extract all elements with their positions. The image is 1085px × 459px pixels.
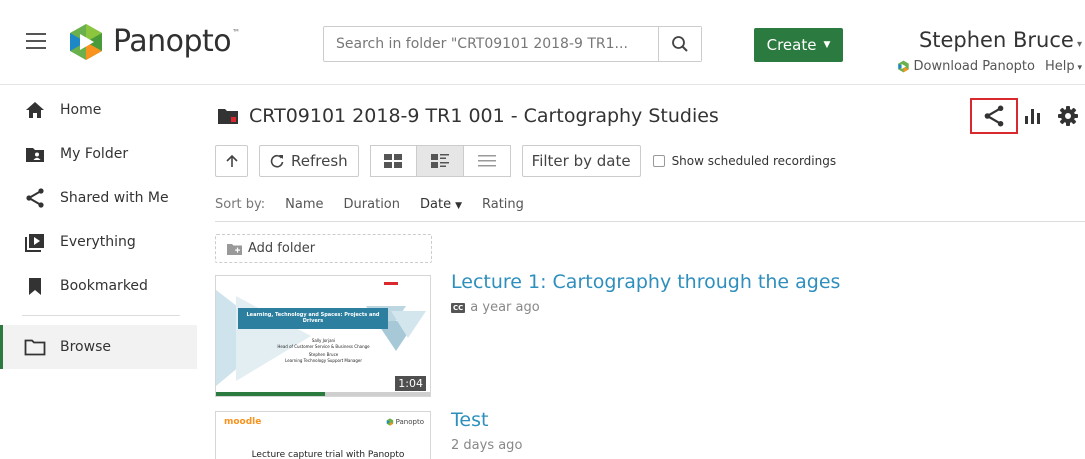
sidebar-item-label: Everything <box>60 234 136 250</box>
create-button[interactable]: Create ▼ <box>754 28 843 62</box>
panopto-logo[interactable]: Panopto ™ <box>66 22 240 62</box>
checkbox[interactable] <box>652 155 665 167</box>
sort-date[interactable]: Date ▼ <box>420 197 462 212</box>
caret-down-icon: ▾ <box>1074 63 1082 73</box>
download-label: Download Panopto <box>913 59 1035 74</box>
sidebar: Home My Folder Shared with Me Everything… <box>0 86 197 459</box>
divider <box>215 221 1085 222</box>
share-icon <box>984 105 1004 127</box>
panopto-small-icon <box>386 418 393 426</box>
view-mode-toggle <box>369 145 511 177</box>
folder-icon <box>218 109 238 124</box>
filter-label: Filter by date <box>531 152 631 170</box>
sidebar-item-label: Bookmarked <box>60 278 148 294</box>
search-icon <box>672 36 688 52</box>
bar-chart-icon <box>1025 109 1040 124</box>
folder-actions <box>970 98 1078 134</box>
home-icon <box>24 100 46 120</box>
gear-icon <box>1058 106 1078 126</box>
up-folder-button[interactable] <box>215 145 248 177</box>
add-folder-icon <box>227 243 242 255</box>
add-folder-label: Add folder <box>248 241 316 256</box>
stats-button[interactable] <box>1024 107 1044 125</box>
session-title-link[interactable]: Test <box>451 409 488 431</box>
session-meta: 2 days ago <box>451 438 522 453</box>
sidebar-item-label: My Folder <box>60 146 129 162</box>
arrow-up-icon <box>225 154 238 167</box>
session-date: a year ago <box>470 300 540 315</box>
sort-duration[interactable]: Duration <box>344 197 400 212</box>
share-button[interactable] <box>970 98 1018 134</box>
show-scheduled-checkbox[interactable]: Show scheduled recordings <box>652 154 837 168</box>
refresh-button[interactable]: Refresh <box>259 145 359 177</box>
sidebar-item-bookmarked[interactable]: Bookmarked <box>0 264 197 308</box>
caret-down-icon: ▼ <box>455 201 462 211</box>
bookmark-icon <box>24 276 46 296</box>
settings-button[interactable] <box>1058 106 1078 126</box>
session-thumbnail[interactable]: Learning, Technology and Spaces: Project… <box>215 275 431 397</box>
filter-by-date-button[interactable]: Filter by date <box>521 145 641 177</box>
panopto-mini-logo: Panopto <box>386 418 424 426</box>
help-label: Help <box>1044 59 1075 74</box>
sidebar-item-browse[interactable]: Browse <box>0 325 197 369</box>
logo-text: Panopto <box>113 24 232 59</box>
folder-icon <box>24 337 46 357</box>
slide-text: Sally Jorjani Head of Customer Service &… <box>277 338 370 363</box>
moodle-logo: moodle <box>224 417 262 427</box>
sort-date-label: Date <box>420 197 452 212</box>
grid-view-icon <box>384 154 403 168</box>
sort-name[interactable]: Name <box>285 197 323 212</box>
sidebar-item-label: Browse <box>60 339 111 355</box>
captions-icon: CC <box>451 302 466 313</box>
hamburger-menu-icon[interactable] <box>26 33 46 49</box>
help-menu[interactable]: Help ▾ <box>1045 59 1082 74</box>
session-meta: CC a year ago <box>451 300 540 315</box>
top-header: Panopto ™ Create ▼ Stephen Bruce ▾ Downl… <box>0 0 1085 85</box>
sidebar-item-label: Shared with Me <box>60 190 169 206</box>
session-title-link[interactable]: Lecture 1: Cartography through the ages <box>451 271 840 293</box>
sidebar-item-my-folder[interactable]: My Folder <box>0 132 197 176</box>
detail-view-icon <box>430 154 449 168</box>
slide-text: Lecture capture trial with Panopto <box>251 450 405 459</box>
page-title: CRT09101 2018-9 TR1 001 - Cartography St… <box>217 105 719 127</box>
download-panopto-link[interactable]: Download Panopto <box>897 59 1035 74</box>
caret-down-icon: ▼ <box>823 40 831 50</box>
user-menu[interactable]: Stephen Bruce ▾ <box>919 28 1082 52</box>
user-folder-icon <box>24 144 46 164</box>
create-label: Create <box>766 36 817 54</box>
add-folder-button[interactable]: Add folder <box>215 234 432 263</box>
refresh-icon <box>270 154 284 168</box>
panopto-logo-icon <box>70 24 102 60</box>
refresh-label: Refresh <box>291 152 348 170</box>
sort-label: Sort by: <box>215 197 266 212</box>
sidebar-item-home[interactable]: Home <box>0 88 197 132</box>
view-list-button[interactable] <box>463 145 511 177</box>
session-date: 2 days ago <box>451 438 523 453</box>
sort-rating[interactable]: Rating <box>482 197 524 212</box>
search-input[interactable] <box>324 27 658 61</box>
duration-badge: 1:04 <box>395 376 426 391</box>
view-thumbnails-button[interactable] <box>369 145 417 177</box>
session-thumbnail[interactable]: moodle Panopto Lecture capture trial wit… <box>215 411 431 459</box>
search-box <box>323 26 702 62</box>
user-name: Stephen Bruce <box>918 28 1074 52</box>
play-box-icon <box>24 232 46 252</box>
share-icon <box>24 188 46 208</box>
sidebar-item-everything[interactable]: Everything <box>0 220 197 264</box>
sidebar-divider <box>22 315 180 316</box>
caret-down-icon: ▾ <box>1073 39 1082 50</box>
list-view-icon <box>477 155 496 167</box>
sort-bar: Sort by: Name Duration Date ▼ Rating <box>215 197 524 212</box>
sidebar-item-shared-with-me[interactable]: Shared with Me <box>0 176 197 220</box>
folder-title-text: CRT09101 2018-9 TR1 001 - Cartography St… <box>249 105 719 127</box>
view-details-button[interactable] <box>416 145 464 177</box>
slide-title: Learning, Technology and Spaces: Project… <box>238 308 388 329</box>
watch-progress-bar <box>216 392 326 396</box>
search-button[interactable] <box>658 27 701 61</box>
sidebar-item-label: Home <box>60 102 102 118</box>
panopto-small-icon <box>897 60 909 73</box>
folder-toolbar: Refresh Filter by date Show scheduled re… <box>215 145 836 177</box>
scheduled-label: Show scheduled recordings <box>671 154 837 168</box>
